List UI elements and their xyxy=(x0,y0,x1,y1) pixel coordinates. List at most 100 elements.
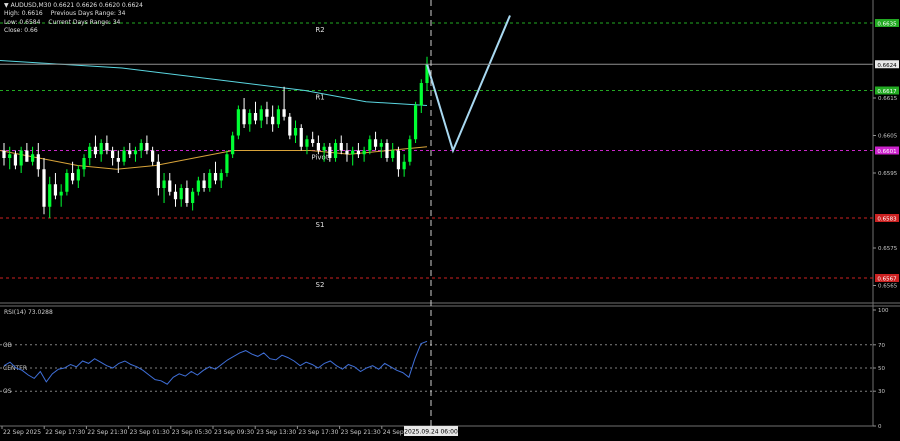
price-tick-label: 0.6565 xyxy=(878,284,898,290)
candle-body xyxy=(282,109,286,117)
candle-body xyxy=(122,150,126,162)
candle-body xyxy=(391,150,395,158)
candle-body xyxy=(276,109,280,125)
trading-chart[interactable]: R2 0.6635 R1 0.6617 Pivot 0.6601 S1 0.6583 S2 0.6… xyxy=(0,0,900,441)
candle-body xyxy=(128,150,132,155)
candle-body xyxy=(111,150,115,158)
candle-body xyxy=(259,109,263,121)
time-tick-label: 23 Sep 13:30 xyxy=(256,429,296,436)
candle-body xyxy=(311,139,315,143)
price-tick-label: 0.6575 xyxy=(878,246,898,252)
candle-body xyxy=(2,150,6,158)
time-tick-label: 22 Sep 21:30 xyxy=(87,429,127,436)
prev-range-label: Previous Days Range: 34 xyxy=(50,10,126,18)
candle-body xyxy=(213,173,218,181)
level-price-label-r2: 0.6635 xyxy=(877,22,897,28)
candle-body xyxy=(179,188,183,200)
candle-body xyxy=(93,146,98,155)
rsi-tick-label: 50 xyxy=(878,366,885,372)
candle-body xyxy=(253,113,258,121)
candle-body xyxy=(116,158,120,162)
candle-body xyxy=(36,154,40,170)
rsi-tick-label: 70 xyxy=(878,343,885,349)
time-tick-label: 23 Sep 21:30 xyxy=(341,429,381,436)
candle-body xyxy=(191,191,195,203)
price-tick-label: 0.6615 xyxy=(878,96,898,102)
candle-body xyxy=(225,154,229,173)
candle-body xyxy=(168,180,172,192)
rsi-tick-label: 30 xyxy=(878,389,885,395)
candle-body xyxy=(413,105,418,140)
symbol-title: AUDUSD,M30 xyxy=(10,2,52,9)
level-label-s2: S2 xyxy=(316,281,325,289)
candle-body xyxy=(396,150,401,170)
candle-body xyxy=(339,143,343,151)
candle-body xyxy=(288,116,292,136)
candle-body xyxy=(368,139,372,151)
close-label: Close: 0.66 xyxy=(4,26,38,34)
candle-body xyxy=(151,150,155,162)
level-label-s1: S1 xyxy=(316,221,325,229)
time-tick-label: 22 Sep 17:30 xyxy=(45,429,85,436)
candle-body xyxy=(316,143,320,151)
rsi-tick-label: 0 xyxy=(878,424,882,430)
candle-body xyxy=(162,180,166,188)
candle-body xyxy=(196,180,200,192)
candle-body xyxy=(105,143,109,151)
candle-body xyxy=(139,143,143,151)
level-price-label-s1: 0.6583 xyxy=(877,217,897,223)
candle-body xyxy=(373,139,378,147)
candle-body xyxy=(59,191,63,196)
time-tick-label: 23 Sep 17:30 xyxy=(298,429,338,436)
rsi-level-label-ob: OB xyxy=(3,342,12,349)
candle-body xyxy=(82,158,86,170)
candle-body xyxy=(356,150,361,155)
candle-body xyxy=(13,154,18,166)
candle-body xyxy=(305,139,309,147)
candle-body xyxy=(19,150,23,166)
level-label-pivot: Pivot xyxy=(311,154,328,162)
candle-body xyxy=(133,150,138,155)
candle-body xyxy=(185,188,189,203)
candle-body xyxy=(242,109,246,125)
time-tick-label: 23 Sep 05:30 xyxy=(172,429,212,436)
candle-body xyxy=(76,169,80,181)
candle-body xyxy=(379,143,383,147)
candle-body xyxy=(88,146,92,158)
rsi-level-label-os: OS xyxy=(3,388,12,395)
level-label-r1: R1 xyxy=(315,94,324,102)
candle-body xyxy=(419,83,423,106)
candle-body xyxy=(333,143,338,158)
time-tick-label: 24 Sep xyxy=(383,429,404,436)
cursor-time-label: 2025.09.24 06:00 xyxy=(404,429,458,436)
candle-body xyxy=(145,143,149,151)
time-tick-label: 22 Sep 2025 xyxy=(3,429,41,436)
price-tick-label: 0.6595 xyxy=(878,171,898,177)
collapse-triangle-icon[interactable]: ▼ xyxy=(4,2,9,10)
candle-body xyxy=(219,173,223,181)
candle-body xyxy=(265,109,269,117)
candle-body xyxy=(351,150,355,155)
candle-body xyxy=(42,169,46,207)
candle-body xyxy=(25,150,29,162)
candle-body xyxy=(328,146,332,158)
level-label-r2: R2 xyxy=(315,26,324,34)
candle-body xyxy=(345,150,349,155)
rsi-tick-label: 100 xyxy=(878,308,889,314)
candle-body xyxy=(362,150,366,155)
candle-body xyxy=(173,191,178,200)
candle-body xyxy=(293,128,298,136)
candle-body xyxy=(271,116,275,125)
candle-body xyxy=(248,113,252,125)
candle-body xyxy=(236,109,240,136)
candle-body xyxy=(8,154,12,158)
candle-body xyxy=(156,161,160,188)
level-price-label-s2: 0.6567 xyxy=(877,277,897,283)
candle-body xyxy=(48,184,52,207)
ohlc-values: 0.6621 0.6626 0.6620 0.6624 xyxy=(53,2,143,9)
candle-body xyxy=(202,180,206,188)
candle-body xyxy=(53,184,58,196)
price-tick-label: 0.6605 xyxy=(878,134,898,140)
level-price-label-r1: 0.6617 xyxy=(877,89,897,95)
candle-body xyxy=(322,146,326,151)
